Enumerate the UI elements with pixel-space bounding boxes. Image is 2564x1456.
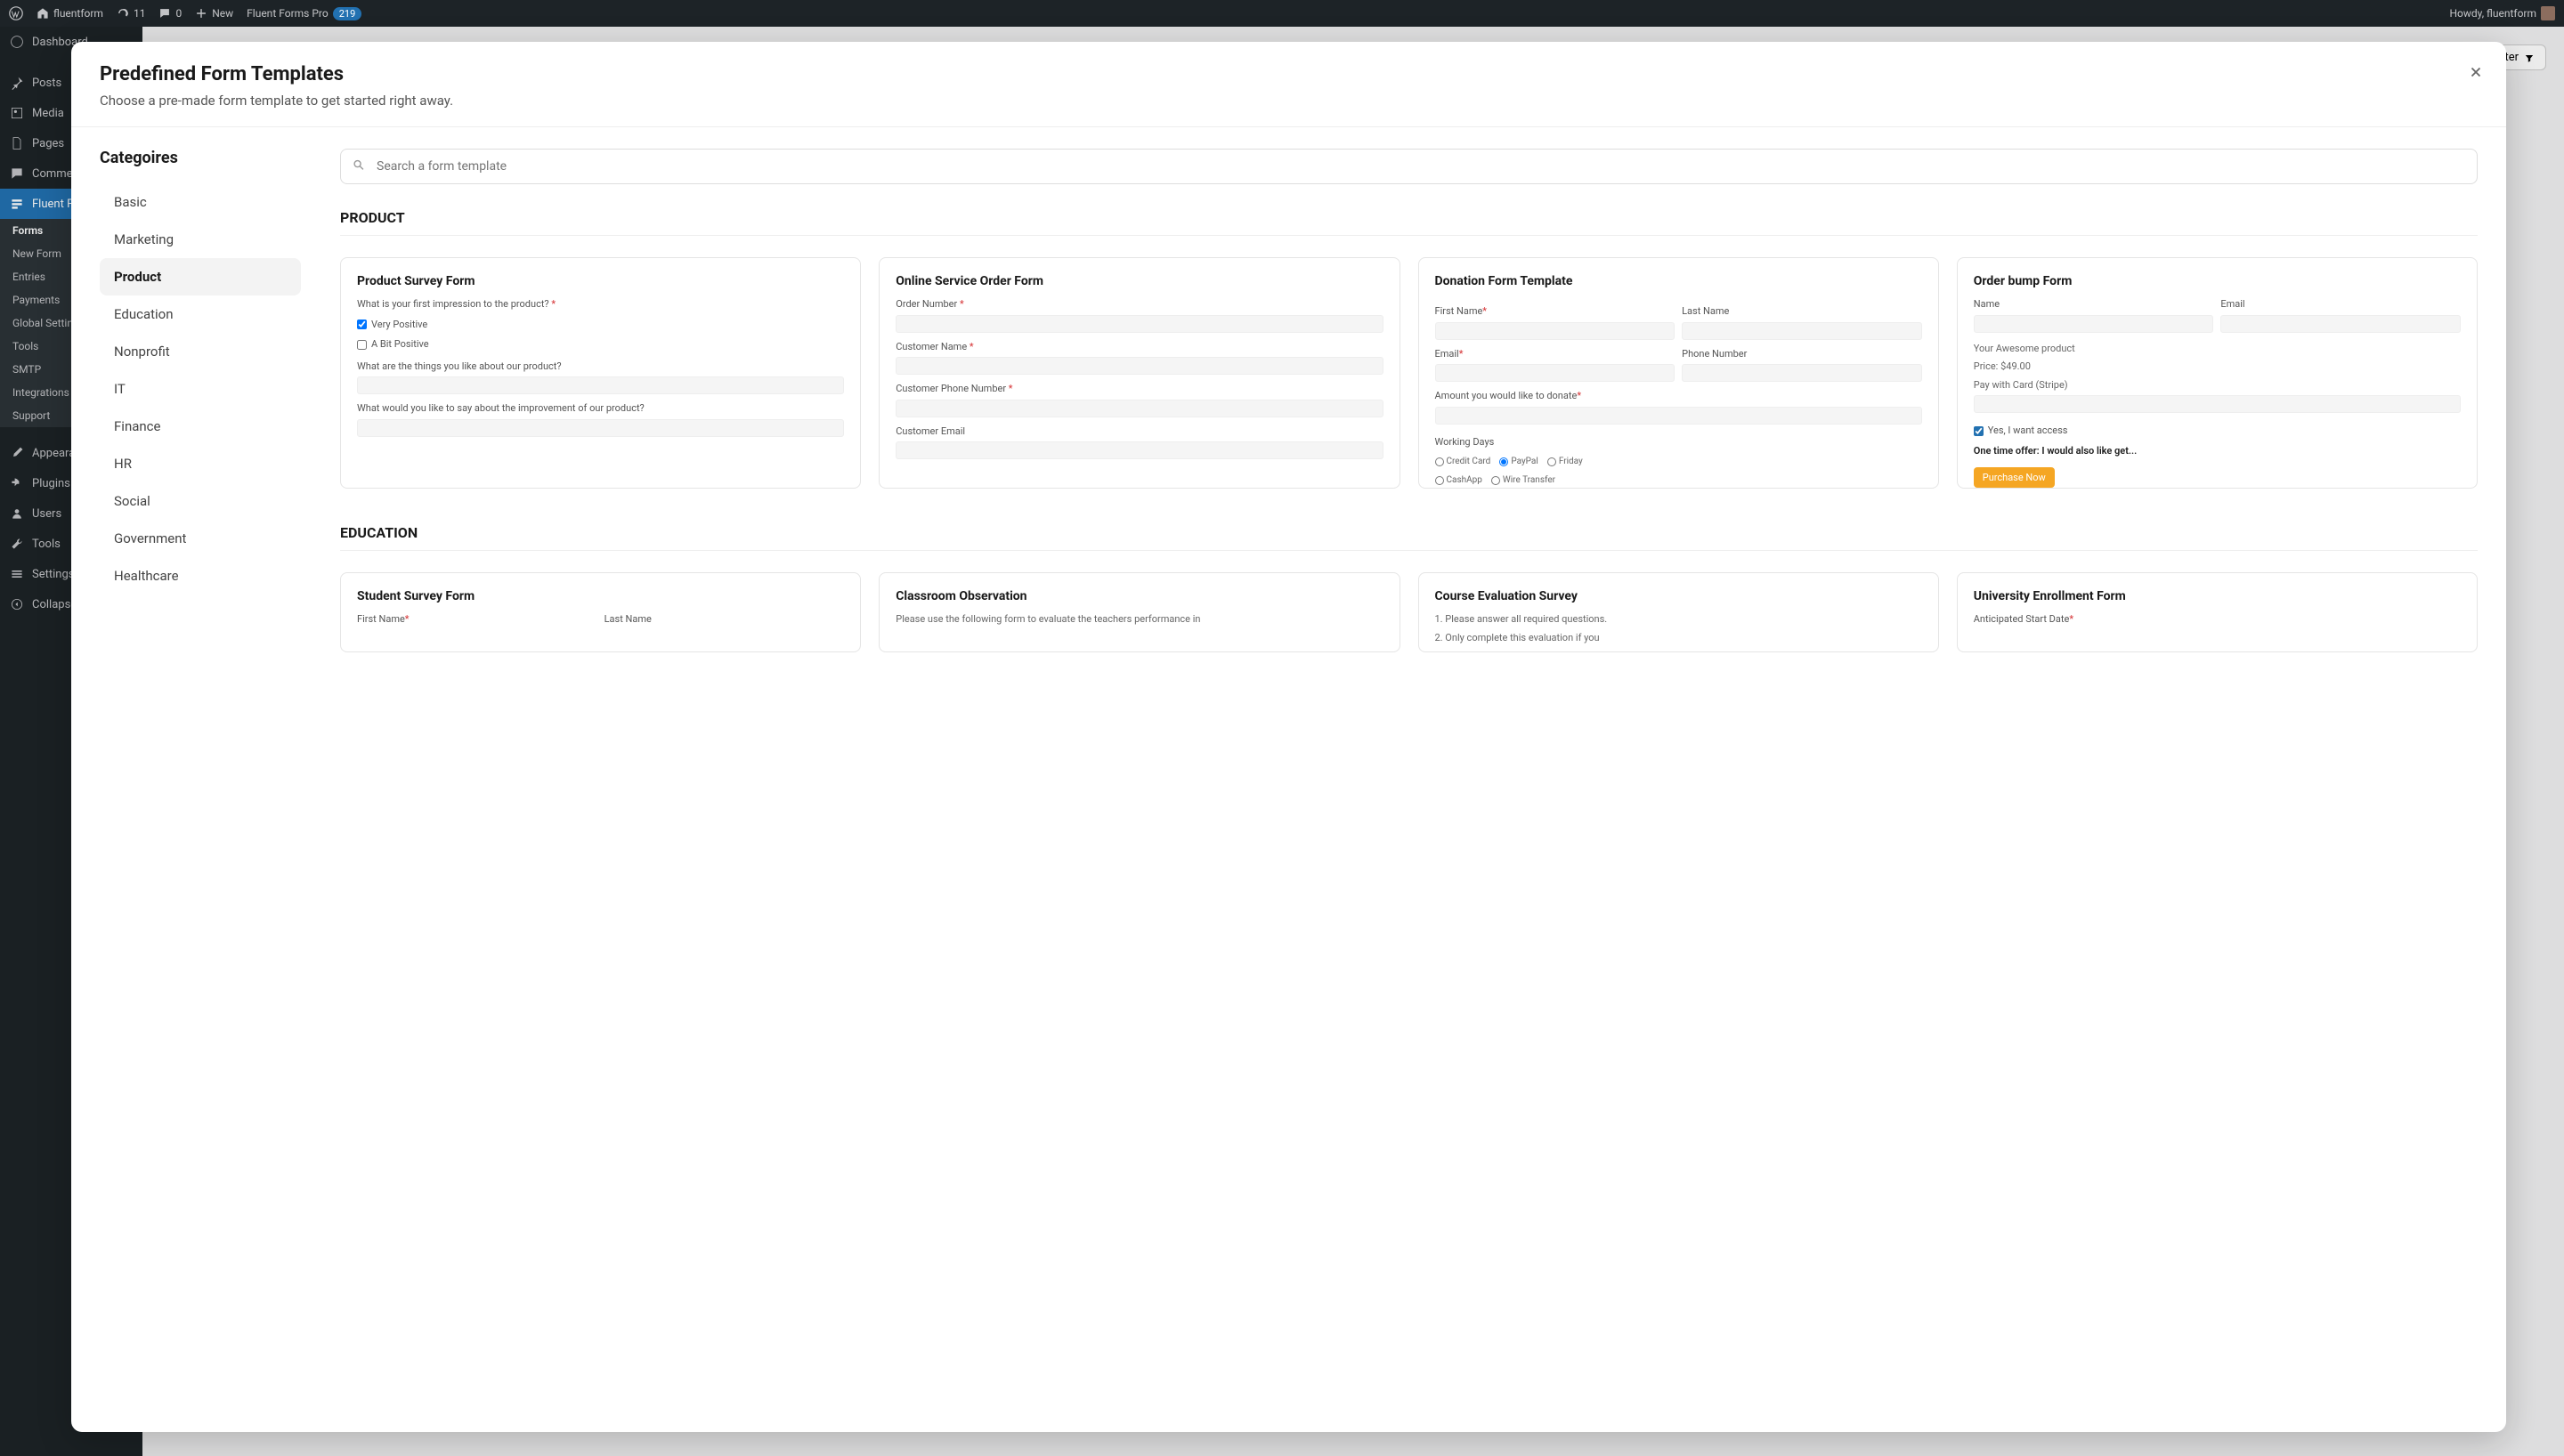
avatar [2541,6,2555,20]
modal-header: Predefined Form Templates Choose a pre-m… [71,42,2506,127]
category-basic[interactable]: Basic [100,183,301,221]
wp-logo-icon[interactable] [9,6,23,20]
comments-link[interactable]: 0 [158,7,182,20]
close-icon [2468,64,2484,80]
category-finance[interactable]: Finance [100,408,301,445]
categories-panel: Categoires Basic Marketing Product Educa… [71,127,312,1432]
wp-admin-bar: fluentform 11 0 New Fluent Forms Pro219 … [0,0,2564,27]
category-education[interactable]: Education [100,295,301,333]
template-order-bump[interactable]: Order bump Form Name Email Your Awesome … [1957,257,2478,489]
templates-panel: PRODUCT Product Survey Form What is your… [312,127,2506,1432]
category-hr[interactable]: HR [100,445,301,482]
purchase-preview-button: Purchase Now [1974,467,2055,488]
categories-title: Categoires [100,149,312,167]
category-social[interactable]: Social [100,482,301,520]
plugin-link[interactable]: Fluent Forms Pro219 [247,7,361,20]
template-classroom[interactable]: Classroom Observation Please use the fol… [879,572,1400,652]
template-student-survey[interactable]: Student Survey Form First Name* Last Nam… [340,572,861,652]
category-it[interactable]: IT [100,370,301,408]
category-healthcare[interactable]: Healthcare [100,557,301,595]
template-service-order[interactable]: Online Service Order Form Order Number *… [879,257,1400,489]
new-link[interactable]: New [195,7,233,20]
site-name[interactable]: fluentform [37,7,103,20]
search-input[interactable] [340,149,2478,184]
template-product-survey[interactable]: Product Survey Form What is your first i… [340,257,861,489]
templates-modal: Predefined Form Templates Choose a pre-m… [71,42,2506,1432]
category-product[interactable]: Product [100,258,301,295]
template-university-enroll[interactable]: University Enrollment Form Anticipated S… [1957,572,2478,652]
category-marketing[interactable]: Marketing [100,221,301,258]
template-donation[interactable]: Donation Form Template First Name* Last … [1418,257,1939,489]
updates-link[interactable]: 11 [117,7,146,20]
close-button[interactable] [2463,60,2488,85]
category-government[interactable]: Government [100,520,301,557]
search-icon [353,158,365,175]
section-education: EDUCATION [340,524,2478,551]
section-product: PRODUCT [340,209,2478,236]
modal-subtitle: Choose a pre-made form template to get s… [100,93,2478,109]
modal-title: Predefined Form Templates [100,63,2478,85]
howdy-link[interactable]: Howdy, fluentform [2449,6,2555,20]
category-nonprofit[interactable]: Nonprofit [100,333,301,370]
template-course-eval[interactable]: Course Evaluation Survey 1. Please answe… [1418,572,1939,652]
